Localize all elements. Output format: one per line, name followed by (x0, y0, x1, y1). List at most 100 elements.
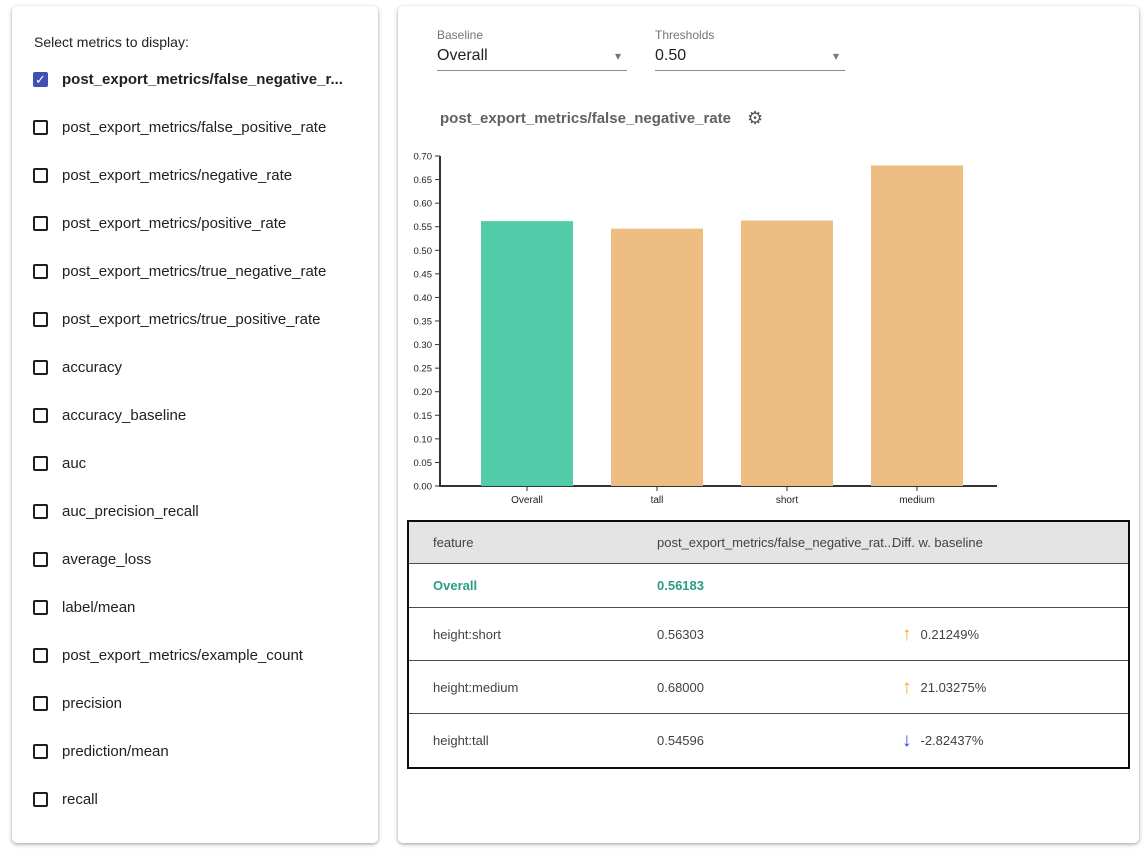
checkbox-unchecked-icon[interactable] (33, 552, 48, 567)
metric-item[interactable]: recall (12, 775, 378, 823)
value-cell: 0.56183 (657, 578, 892, 593)
table-row: height:tall0.54596↓-2.82437% (409, 714, 1128, 767)
checkbox-unchecked-icon[interactable] (33, 456, 48, 471)
metric-item[interactable]: ✓ post_export_metrics/false_negative_r... (12, 55, 378, 103)
metric-label: post_export_metrics/true_negative_rate (62, 263, 326, 280)
metric-item[interactable]: auc (12, 439, 378, 487)
diff-cell: ↓-2.82437% (892, 731, 1128, 750)
metric-label: average_loss (62, 551, 151, 568)
diff-value: 0.21249% (921, 627, 980, 642)
y-tick-label: 0.65 (414, 175, 433, 186)
value-cell: 0.68000 (657, 680, 892, 695)
diff-cell: ↑21.03275% (892, 678, 1128, 697)
y-tick-label: 0.10 (414, 434, 433, 445)
checkbox-unchecked-icon[interactable] (33, 504, 48, 519)
metric-item[interactable]: post_export_metrics/true_positive_rate (12, 295, 378, 343)
metric-item[interactable]: average_loss (12, 535, 378, 583)
checkbox-unchecked-icon[interactable] (33, 696, 48, 711)
metric-table: feature post_export_metrics/false_negati… (407, 520, 1130, 769)
metric-item[interactable]: post_export_metrics/false_positive_rate (12, 103, 378, 151)
checkbox-unchecked-icon[interactable] (33, 360, 48, 375)
metric-item[interactable]: post_export_metrics/true_negative_rate (12, 247, 378, 295)
metric-label: post_export_metrics/true_positive_rate (62, 311, 320, 328)
y-tick-label: 0.00 (414, 482, 433, 493)
up-arrow-icon: ↑ (902, 625, 912, 644)
column-header-feature: feature (409, 535, 657, 550)
column-header-metric: post_export_metrics/false_negative_rat..… (657, 535, 892, 550)
down-arrow-icon: ↓ (902, 731, 912, 750)
metric-label: post_export_metrics/false_negative_r... (62, 71, 343, 88)
bar-medium[interactable] (871, 165, 963, 486)
metric-item[interactable]: label/mean (12, 583, 378, 631)
y-tick-label: 0.25 (414, 364, 433, 375)
checkbox-unchecked-icon[interactable] (33, 312, 48, 327)
feature-cell: height:tall (409, 733, 657, 748)
x-tick-label: short (776, 495, 798, 506)
thresholds-value: 0.50 (655, 47, 686, 65)
metric-label: auc (62, 455, 86, 472)
metric-item[interactable]: post_export_metrics/negative_rate (12, 151, 378, 199)
metrics-panel: Baseline Overall ▾ Thresholds 0.50 ▾ pos… (398, 6, 1139, 843)
metric-label: post_export_metrics/negative_rate (62, 167, 292, 184)
metric-label: precision (62, 695, 122, 712)
checkbox-unchecked-icon[interactable] (33, 168, 48, 183)
feature-cell: height:medium (409, 680, 657, 695)
y-tick-label: 0.60 (414, 199, 433, 210)
table-row: height:short0.56303↑0.21249% (409, 608, 1128, 661)
feature-cell: height:short (409, 627, 657, 642)
checkbox-unchecked-icon[interactable] (33, 792, 48, 807)
checkbox-checked-icon[interactable]: ✓ (33, 72, 48, 87)
check-icon: ✓ (35, 73, 46, 86)
baseline-select[interactable]: Baseline Overall ▾ (437, 28, 627, 71)
checkbox-unchecked-icon[interactable] (33, 216, 48, 231)
checkbox-unchecked-icon[interactable] (33, 120, 48, 135)
chart-title-row: post_export_metrics/false_negative_rate … (440, 109, 763, 127)
bar-tall[interactable] (611, 229, 703, 486)
y-tick-label: 0.45 (414, 269, 433, 280)
y-tick-label: 0.40 (414, 293, 433, 304)
controls-row: Baseline Overall ▾ Thresholds 0.50 ▾ (437, 28, 845, 71)
x-tick-label: medium (899, 495, 935, 506)
checkbox-unchecked-icon[interactable] (33, 648, 48, 663)
metric-label: auc_precision_recall (62, 503, 199, 520)
metric-label: post_export_metrics/example_count (62, 647, 303, 664)
metric-item[interactable]: post_export_metrics/example_count (12, 631, 378, 679)
metric-item[interactable]: prediction/mean (12, 727, 378, 775)
baseline-label: Baseline (437, 28, 627, 42)
y-tick-label: 0.20 (414, 387, 433, 398)
sidebar-heading: Select metrics to display: (34, 34, 378, 50)
y-tick-label: 0.05 (414, 458, 433, 469)
x-tick-label: Overall (511, 495, 543, 506)
metric-selector-panel: Select metrics to display: ✓ post_export_… (12, 6, 378, 843)
table-row: Overall0.56183 (409, 564, 1128, 608)
checkbox-unchecked-icon[interactable] (33, 408, 48, 423)
metric-item[interactable]: auc_precision_recall (12, 487, 378, 535)
metric-label: post_export_metrics/false_positive_rate (62, 119, 326, 136)
metric-list: ✓ post_export_metrics/false_negative_r...… (12, 55, 378, 823)
checkbox-unchecked-icon[interactable] (33, 600, 48, 615)
table-body: Overall0.56183height:short0.56303↑0.2124… (409, 564, 1128, 767)
settings-gear-icon[interactable]: ⚙ (747, 109, 763, 127)
bar-short[interactable] (741, 221, 833, 486)
bar-Overall[interactable] (481, 221, 573, 486)
metric-item[interactable]: post_export_metrics/positive_rate (12, 199, 378, 247)
checkbox-unchecked-icon[interactable] (33, 744, 48, 759)
chevron-down-icon: ▾ (833, 49, 839, 63)
metric-item[interactable]: accuracy (12, 343, 378, 391)
y-tick-label: 0.30 (414, 340, 433, 351)
bar-chart: 0.00 0.05 0.10 0.15 0.20 0.25 0.30 0.35 0.40 0.45… (406, 146, 1026, 510)
checkbox-unchecked-icon[interactable] (33, 264, 48, 279)
value-cell: 0.54596 (657, 733, 892, 748)
feature-cell: Overall (409, 578, 657, 593)
chart-title: post_export_metrics/false_negative_rate (440, 110, 731, 127)
y-tick-label: 0.50 (414, 246, 433, 257)
y-tick-label: 0.35 (414, 317, 433, 328)
thresholds-select[interactable]: Thresholds 0.50 ▾ (655, 28, 845, 71)
table-header: feature post_export_metrics/false_negati… (409, 522, 1128, 564)
up-arrow-icon: ↑ (902, 678, 912, 697)
metric-label: accuracy (62, 359, 122, 376)
y-tick-label: 0.15 (414, 411, 433, 422)
metric-item[interactable]: precision (12, 679, 378, 727)
metric-label: accuracy_baseline (62, 407, 186, 424)
metric-item[interactable]: accuracy_baseline (12, 391, 378, 439)
